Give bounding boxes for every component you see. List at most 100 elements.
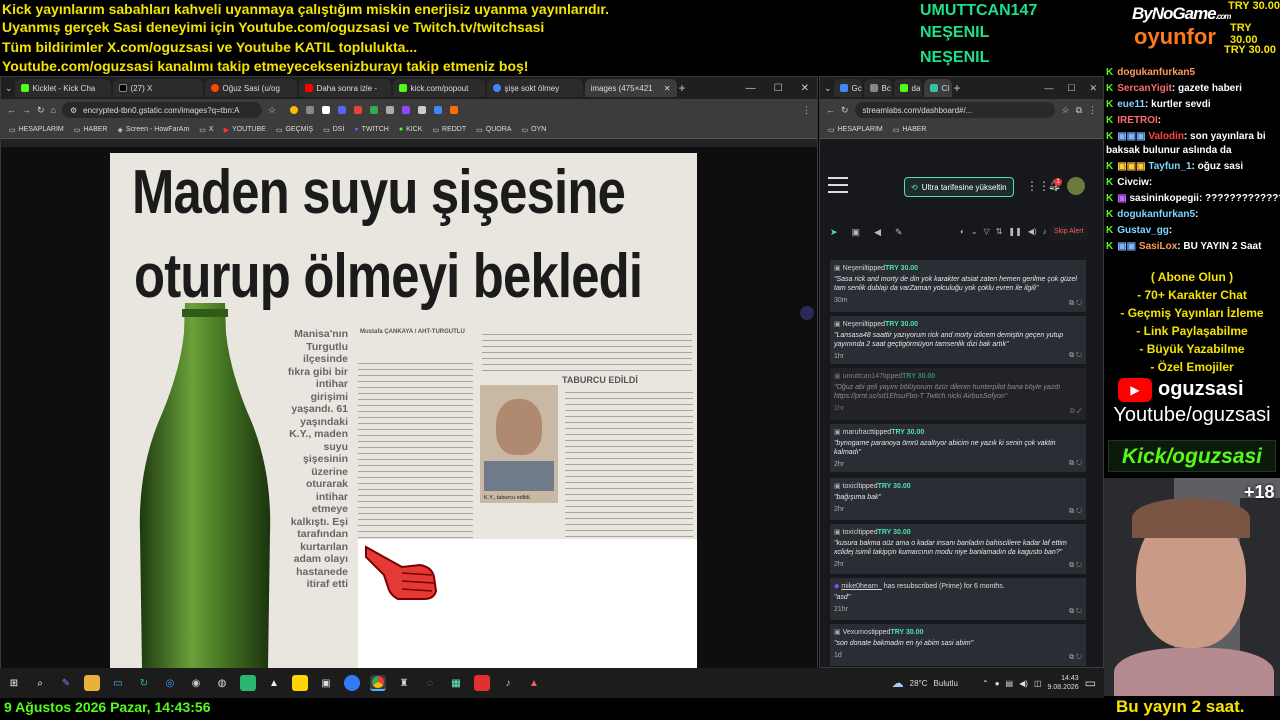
sort-icon[interactable]: ⇅ [996, 227, 1003, 236]
extension-icon[interactable] [418, 106, 427, 114]
left-address-bar[interactable]: ⚙ encrypted-tbn0.gstatic.com/images?q=tb… [61, 102, 262, 118]
extension-icon[interactable] [434, 106, 443, 114]
chat-username[interactable]: Valodin [1148, 131, 1184, 142]
replay-icon[interactable]: ⧉ ↻ [1069, 300, 1082, 308]
extension-icon[interactable] [386, 106, 395, 114]
obs-icon[interactable]: ◍ [214, 675, 230, 691]
close-tab-icon[interactable]: ✕ [664, 84, 671, 93]
minimize-icon[interactable]: — [746, 83, 756, 94]
bookmark-hesaplarim[interactable]: ▭ HESAPLARIM [828, 126, 883, 134]
bell-icon[interactable]: ♪ [1043, 227, 1047, 236]
extension-icon[interactable] [290, 106, 299, 114]
triangle-app-icon[interactable]: ▲ [266, 675, 282, 691]
music-app-icon[interactable]: ♪ [500, 675, 516, 691]
tab-x[interactable]: (27) X [112, 79, 203, 97]
home-icon[interactable]: ⌂ [51, 105, 56, 115]
bookmark-star-icon[interactable]: ☆ [1061, 105, 1069, 116]
floating-extension-icon[interactable] [800, 306, 814, 320]
tab-images[interactable]: images (475×421 ✕ [584, 79, 677, 97]
search-icon[interactable]: ⌕ [32, 675, 48, 691]
extension-icon[interactable] [338, 106, 347, 114]
back-icon[interactable]: ← [826, 105, 835, 115]
notification-icon[interactable]: ▭ [1085, 676, 1096, 690]
network-icon[interactable]: ▤ [1006, 679, 1014, 688]
chat-username[interactable]: SercanYigit [1117, 83, 1172, 94]
user-avatar[interactable] [1067, 177, 1085, 195]
tab-google-search[interactable]: şişe sokt ölmey [486, 79, 583, 97]
tab-search-icon[interactable]: ⌄ [5, 83, 13, 94]
menu-dots-icon[interactable]: ⋮ [1088, 105, 1097, 116]
mic-icon[interactable]: ● [995, 679, 1000, 688]
extension-icon[interactable] [354, 106, 363, 114]
minimize-icon[interactable]: — [1044, 83, 1053, 94]
camera-icon[interactable]: ◉ [188, 675, 204, 691]
tab-2[interactable]: Bc [863, 79, 892, 97]
chat-username[interactable]: Civciw [1117, 177, 1149, 188]
replay-icon[interactable]: ⧉ ↻ [1069, 654, 1082, 662]
maximize-icon[interactable]: ☐ [1067, 83, 1075, 94]
back-icon[interactable]: ← [7, 105, 16, 115]
file-explorer-icon[interactable] [84, 675, 100, 691]
start-menu-icon[interactable]: ⊞ [6, 675, 22, 691]
volume-icon[interactable]: ◀) [1019, 679, 1028, 688]
tab-1[interactable]: Gc [833, 79, 862, 97]
tab-youtube[interactable]: Daha sonra izle - [298, 79, 391, 97]
new-tab-button[interactable]: + [679, 81, 686, 95]
replay-icon[interactable]: ⧉ ↻ [1069, 460, 1082, 468]
close-window-icon[interactable]: ✕ [801, 83, 809, 94]
agent-app-icon[interactable]: ♜ [396, 675, 412, 691]
pen-icon[interactable]: ✎ [58, 675, 74, 691]
reload-icon[interactable]: ↻ [841, 105, 849, 116]
tray-app-icon[interactable]: ◫ [1034, 679, 1042, 688]
bookmark-oyn[interactable]: ▭ OYN [521, 126, 546, 134]
upgrade-button[interactable]: ⟲ Ultra tarifesine yükseltin [904, 177, 1014, 197]
sticky-notes-icon[interactable] [292, 675, 308, 691]
chat-username[interactable]: SasiLox [1139, 241, 1177, 252]
bookmark-dsi[interactable]: ▭ DSİ [323, 126, 344, 134]
chat-username[interactable]: eue11 [1117, 99, 1145, 110]
replay-icon[interactable]: ⧉ ↻ [1069, 608, 1082, 616]
gift-icon[interactable]: ▣ [852, 227, 861, 238]
clock[interactable]: 14:43 9.08.2026 [1048, 674, 1079, 692]
tab-kicklet[interactable]: Kicklet - Kick Cha [14, 79, 111, 97]
replay-icon[interactable]: ⧉ ✓ [1070, 408, 1082, 416]
bookmark-reddt[interactable]: ▭ REDDT [432, 126, 466, 134]
refresh-app-icon[interactable]: ↻ [136, 675, 152, 691]
extension-icon[interactable] [370, 106, 379, 114]
app-green-icon[interactable] [240, 675, 256, 691]
extension-icon[interactable] [402, 106, 411, 114]
bookmark-hesaplarim[interactable]: ▭ HESAPLARIM [9, 126, 64, 134]
tab-reddit[interactable]: Oğuz Sasi (u/og [204, 79, 297, 97]
bookmark-kick[interactable]: ● KICK [399, 126, 423, 133]
chat-username[interactable]: Gustav_gg [1117, 225, 1169, 236]
shield-icon[interactable]: ◐ [960, 227, 965, 236]
chevron-down-icon[interactable]: ⌄ [971, 227, 978, 236]
streamlabs-app-icon[interactable]: ◌ [422, 675, 438, 691]
chat-username[interactable]: dogukanfurkan5 [1117, 67, 1195, 78]
right-address-bar[interactable]: streamlabs.com/dashboard#/... [854, 102, 1056, 118]
tab-4[interactable]: Cl [923, 79, 952, 97]
filter-icon[interactable]: ▽ [984, 227, 990, 236]
tray-chevron-icon[interactable]: ⌃ [982, 679, 989, 688]
extension-icon[interactable] [450, 106, 459, 114]
bookmark-haber[interactable]: ▭ HABER [893, 126, 927, 134]
extension-icon[interactable] [306, 106, 315, 114]
menu-dots-icon[interactable]: ⋮ [802, 105, 811, 116]
box-app-icon[interactable]: ▣ [318, 675, 334, 691]
maximize-icon[interactable]: ☐ [774, 83, 783, 94]
monitor-icon[interactable]: ▭ [110, 675, 126, 691]
send-icon[interactable]: ➤ [830, 227, 838, 238]
bookmark-youtube[interactable]: ▶ YOUTUBE [224, 126, 266, 134]
new-tab-button[interactable]: + [954, 81, 961, 95]
chat-username[interactable]: IRETROI [1117, 115, 1158, 126]
reload-icon[interactable]: ↻ [37, 105, 45, 116]
bookmark-star-icon[interactable]: ☆ [268, 105, 276, 116]
megaphone-icon[interactable]: ◀ [874, 227, 881, 238]
chat-username[interactable]: Tayfun_1 [1148, 161, 1191, 172]
bookmark-screen[interactable]: ◈ Screen - HowFarAm [118, 126, 190, 134]
volume-icon[interactable]: ◀) [1028, 227, 1037, 236]
bookmark-haber[interactable]: ▭ HABER [74, 126, 108, 134]
forward-icon[interactable]: → [22, 105, 31, 115]
replay-icon[interactable]: ⧉ ↻ [1069, 562, 1082, 570]
bookmark-quora[interactable]: ▭ QUORA [476, 126, 511, 134]
